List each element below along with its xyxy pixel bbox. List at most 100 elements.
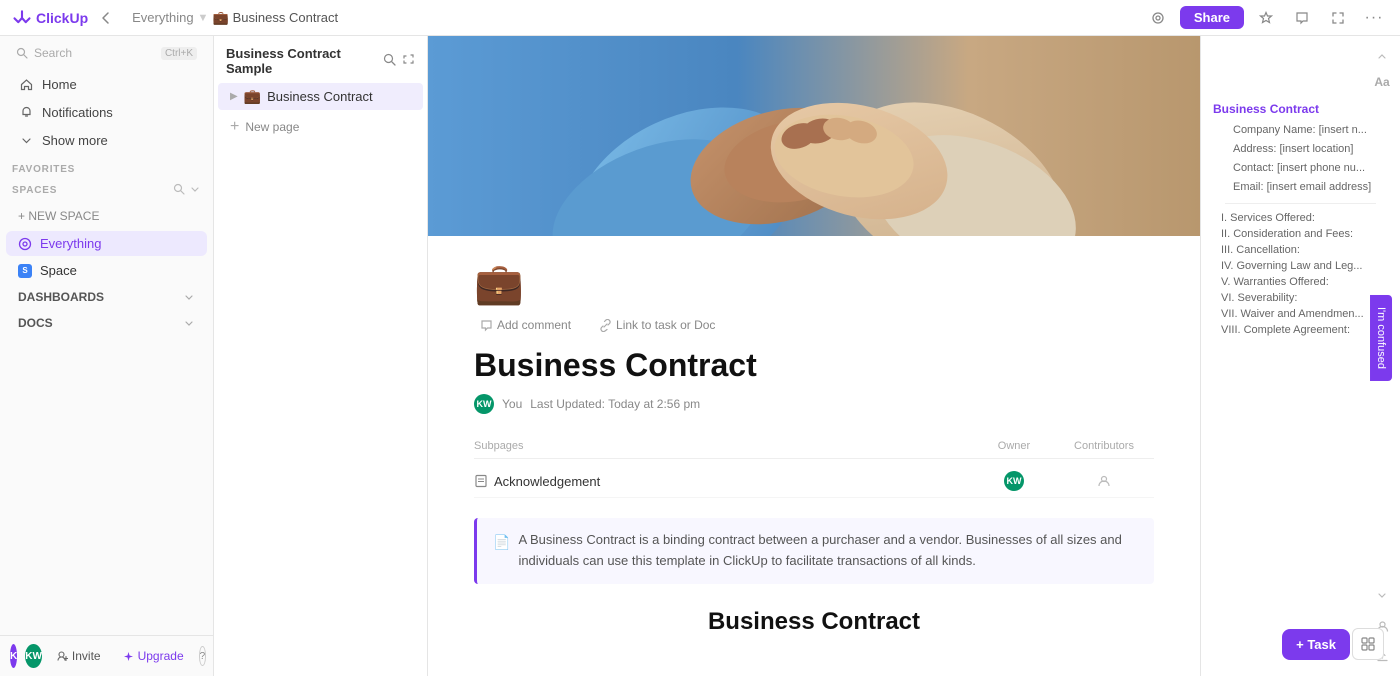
main-content: 💼 Add comment Link to task or Doc Busine… bbox=[428, 36, 1200, 676]
avatar-k: K bbox=[10, 644, 17, 668]
scroll-down-icon[interactable] bbox=[1370, 584, 1394, 608]
cover-image bbox=[428, 36, 1200, 236]
owner-col-label: Owner bbox=[974, 440, 1054, 452]
link-task-button[interactable]: Link to task or Doc bbox=[593, 315, 721, 335]
doc-actions-row: Add comment Link to task or Doc bbox=[474, 315, 1154, 335]
outline-meta: Company Name: [insert n... Address: [ins… bbox=[1213, 122, 1388, 195]
outline-title[interactable]: Business Contract bbox=[1213, 102, 1388, 116]
sidebar-item-show-more[interactable]: Show more bbox=[6, 127, 207, 153]
person-icon bbox=[1097, 474, 1111, 488]
doc-icon-row: 💼 bbox=[474, 260, 1154, 307]
docs-section[interactable]: DOCS bbox=[6, 311, 207, 335]
section-governing-law[interactable]: IV. Governing Law and Leg... bbox=[1213, 258, 1388, 274]
sidebar-item-notifications[interactable]: Notifications bbox=[6, 99, 207, 125]
avatar-kw: KW bbox=[25, 644, 42, 668]
arrow-down-icon bbox=[18, 132, 34, 148]
meta-address[interactable]: Address: [insert location] bbox=[1225, 141, 1376, 157]
doc-title: Business Contract bbox=[474, 347, 1154, 384]
invite-button[interactable]: Invite bbox=[50, 646, 108, 666]
docs-expand-icon bbox=[183, 317, 195, 329]
more-icon[interactable]: ··· bbox=[1360, 4, 1388, 32]
help-button[interactable]: ? bbox=[199, 646, 207, 666]
section-waiver[interactable]: VII. Waiver and Amendmen... bbox=[1213, 306, 1388, 322]
section-fees[interactable]: II. Consideration and Fees: bbox=[1213, 226, 1388, 242]
doc-sidebar-actions bbox=[383, 53, 415, 69]
app-logo: ClickUp bbox=[12, 8, 88, 28]
star-icon[interactable] bbox=[1252, 4, 1280, 32]
author-avatar: KW bbox=[474, 394, 494, 414]
owner-avatar: KW bbox=[1004, 471, 1024, 491]
text-format-icon[interactable]: Aa bbox=[1370, 70, 1394, 94]
sidebar-item-everything[interactable]: Everything bbox=[6, 231, 207, 256]
sidebar-item-home[interactable]: Home bbox=[6, 71, 207, 97]
section-warranties[interactable]: V. Warranties Offered: bbox=[1213, 274, 1388, 290]
task-button[interactable]: + Task bbox=[1282, 629, 1350, 660]
breadcrumb-contract[interactable]: Business Contract bbox=[233, 10, 339, 25]
doc-expand-icon[interactable] bbox=[402, 53, 415, 69]
section-cancellation[interactable]: III. Cancellation: bbox=[1213, 242, 1388, 258]
sidebar-footer: K KW Invite Upgrade ? bbox=[0, 635, 213, 676]
outline-divider bbox=[1225, 203, 1376, 204]
feedback-tab[interactable]: I'm confused bbox=[1370, 295, 1392, 381]
topbar-actions: Share ··· bbox=[1144, 4, 1388, 32]
new-space-button[interactable]: + NEW SPACE bbox=[6, 204, 207, 228]
meta-company[interactable]: Company Name: [insert n... bbox=[1225, 122, 1376, 138]
add-comment-button[interactable]: Add comment bbox=[474, 315, 577, 335]
doc-tree-arrow: ▶ bbox=[230, 91, 238, 102]
breadcrumb-icon: 💼 bbox=[212, 10, 228, 26]
sparkle-icon bbox=[123, 651, 134, 662]
new-page-button[interactable]: + New page bbox=[218, 113, 423, 141]
section-severability[interactable]: VI. Severability: bbox=[1213, 290, 1388, 306]
topbar-left: ClickUp Everything ▼ 💼 Business Contract bbox=[12, 8, 338, 28]
subpage-name: Acknowledgement bbox=[474, 474, 974, 489]
expand-icon[interactable] bbox=[1324, 4, 1352, 32]
doc-emoji-icon: 💼 bbox=[474, 262, 524, 306]
person-add-icon bbox=[57, 651, 68, 662]
left-sidebar: Search Ctrl+K Home Notifications Show mo… bbox=[0, 36, 214, 676]
sidebar-item-space[interactable]: S Space bbox=[6, 258, 207, 283]
doc-sidebar-header: Business Contract Sample bbox=[214, 36, 427, 82]
home-icon bbox=[18, 76, 34, 92]
doc-search-icon[interactable] bbox=[383, 53, 396, 69]
contributors-col-label: Contributors bbox=[1054, 440, 1154, 452]
doc-section-title: Business Contract bbox=[474, 608, 1154, 636]
chat-icon[interactable] bbox=[1288, 4, 1316, 32]
spaces-expand-icon[interactable] bbox=[189, 183, 201, 198]
sidebar-collapse-button[interactable] bbox=[96, 8, 116, 28]
upgrade-button[interactable]: Upgrade bbox=[116, 646, 191, 666]
everything-icon bbox=[18, 237, 32, 251]
doc-description-box: 📄 A Business Contract is a binding contr… bbox=[474, 518, 1154, 584]
search-shortcut: Ctrl+K bbox=[161, 47, 197, 60]
topbar: ClickUp Everything ▼ 💼 Business Contract… bbox=[0, 0, 1400, 36]
search-bar[interactable]: Search Ctrl+K bbox=[6, 40, 207, 66]
grid-view-icon[interactable] bbox=[1352, 628, 1384, 660]
meta-email[interactable]: Email: [insert email address] bbox=[1225, 179, 1376, 195]
breadcrumb-everything[interactable]: Everything bbox=[132, 10, 193, 25]
section-complete-agreement[interactable]: VIII. Complete Agreement: bbox=[1213, 322, 1388, 338]
scroll-up-icon[interactable] bbox=[1370, 44, 1394, 68]
link-icon bbox=[599, 319, 612, 332]
subpage-contributors bbox=[1054, 474, 1154, 488]
section-services[interactable]: I. Services Offered: bbox=[1213, 210, 1388, 226]
bell-icon bbox=[18, 104, 34, 120]
subpages-section: Subpages Owner Contributors Acknowledgem… bbox=[474, 434, 1154, 498]
doc-meta: KW You Last Updated: Today at 2:56 pm bbox=[474, 394, 1154, 414]
doc-icon: 📄 bbox=[493, 531, 510, 572]
share-button[interactable]: Share bbox=[1180, 6, 1244, 29]
doc-sidebar: Business Contract Sample ▶ 💼 Business Co… bbox=[214, 36, 428, 676]
main-layout: Search Ctrl+K Home Notifications Show mo… bbox=[0, 36, 1400, 676]
breadcrumb-separator: ▼ bbox=[198, 12, 209, 24]
subpage-row[interactable]: Acknowledgement KW bbox=[474, 465, 1154, 498]
spaces-search-icon[interactable] bbox=[173, 183, 185, 198]
meta-contact[interactable]: Contact: [insert phone nu... bbox=[1225, 160, 1376, 176]
doc-body: 💼 Add comment Link to task or Doc Busine… bbox=[434, 236, 1194, 676]
breadcrumb: Everything ▼ 💼 Business Contract bbox=[132, 10, 338, 26]
search-icon bbox=[16, 47, 28, 59]
subpages-header: Subpages Owner Contributors bbox=[474, 434, 1154, 459]
page-icon bbox=[474, 474, 488, 488]
doc-sidebar-title: Business Contract Sample bbox=[226, 46, 383, 76]
doc-tree-item-business-contract[interactable]: ▶ 💼 Business Contract bbox=[218, 83, 423, 110]
subpage-owner: KW bbox=[974, 471, 1054, 491]
dashboards-section[interactable]: DASHBOARDS bbox=[6, 285, 207, 309]
focus-icon[interactable] bbox=[1144, 4, 1172, 32]
